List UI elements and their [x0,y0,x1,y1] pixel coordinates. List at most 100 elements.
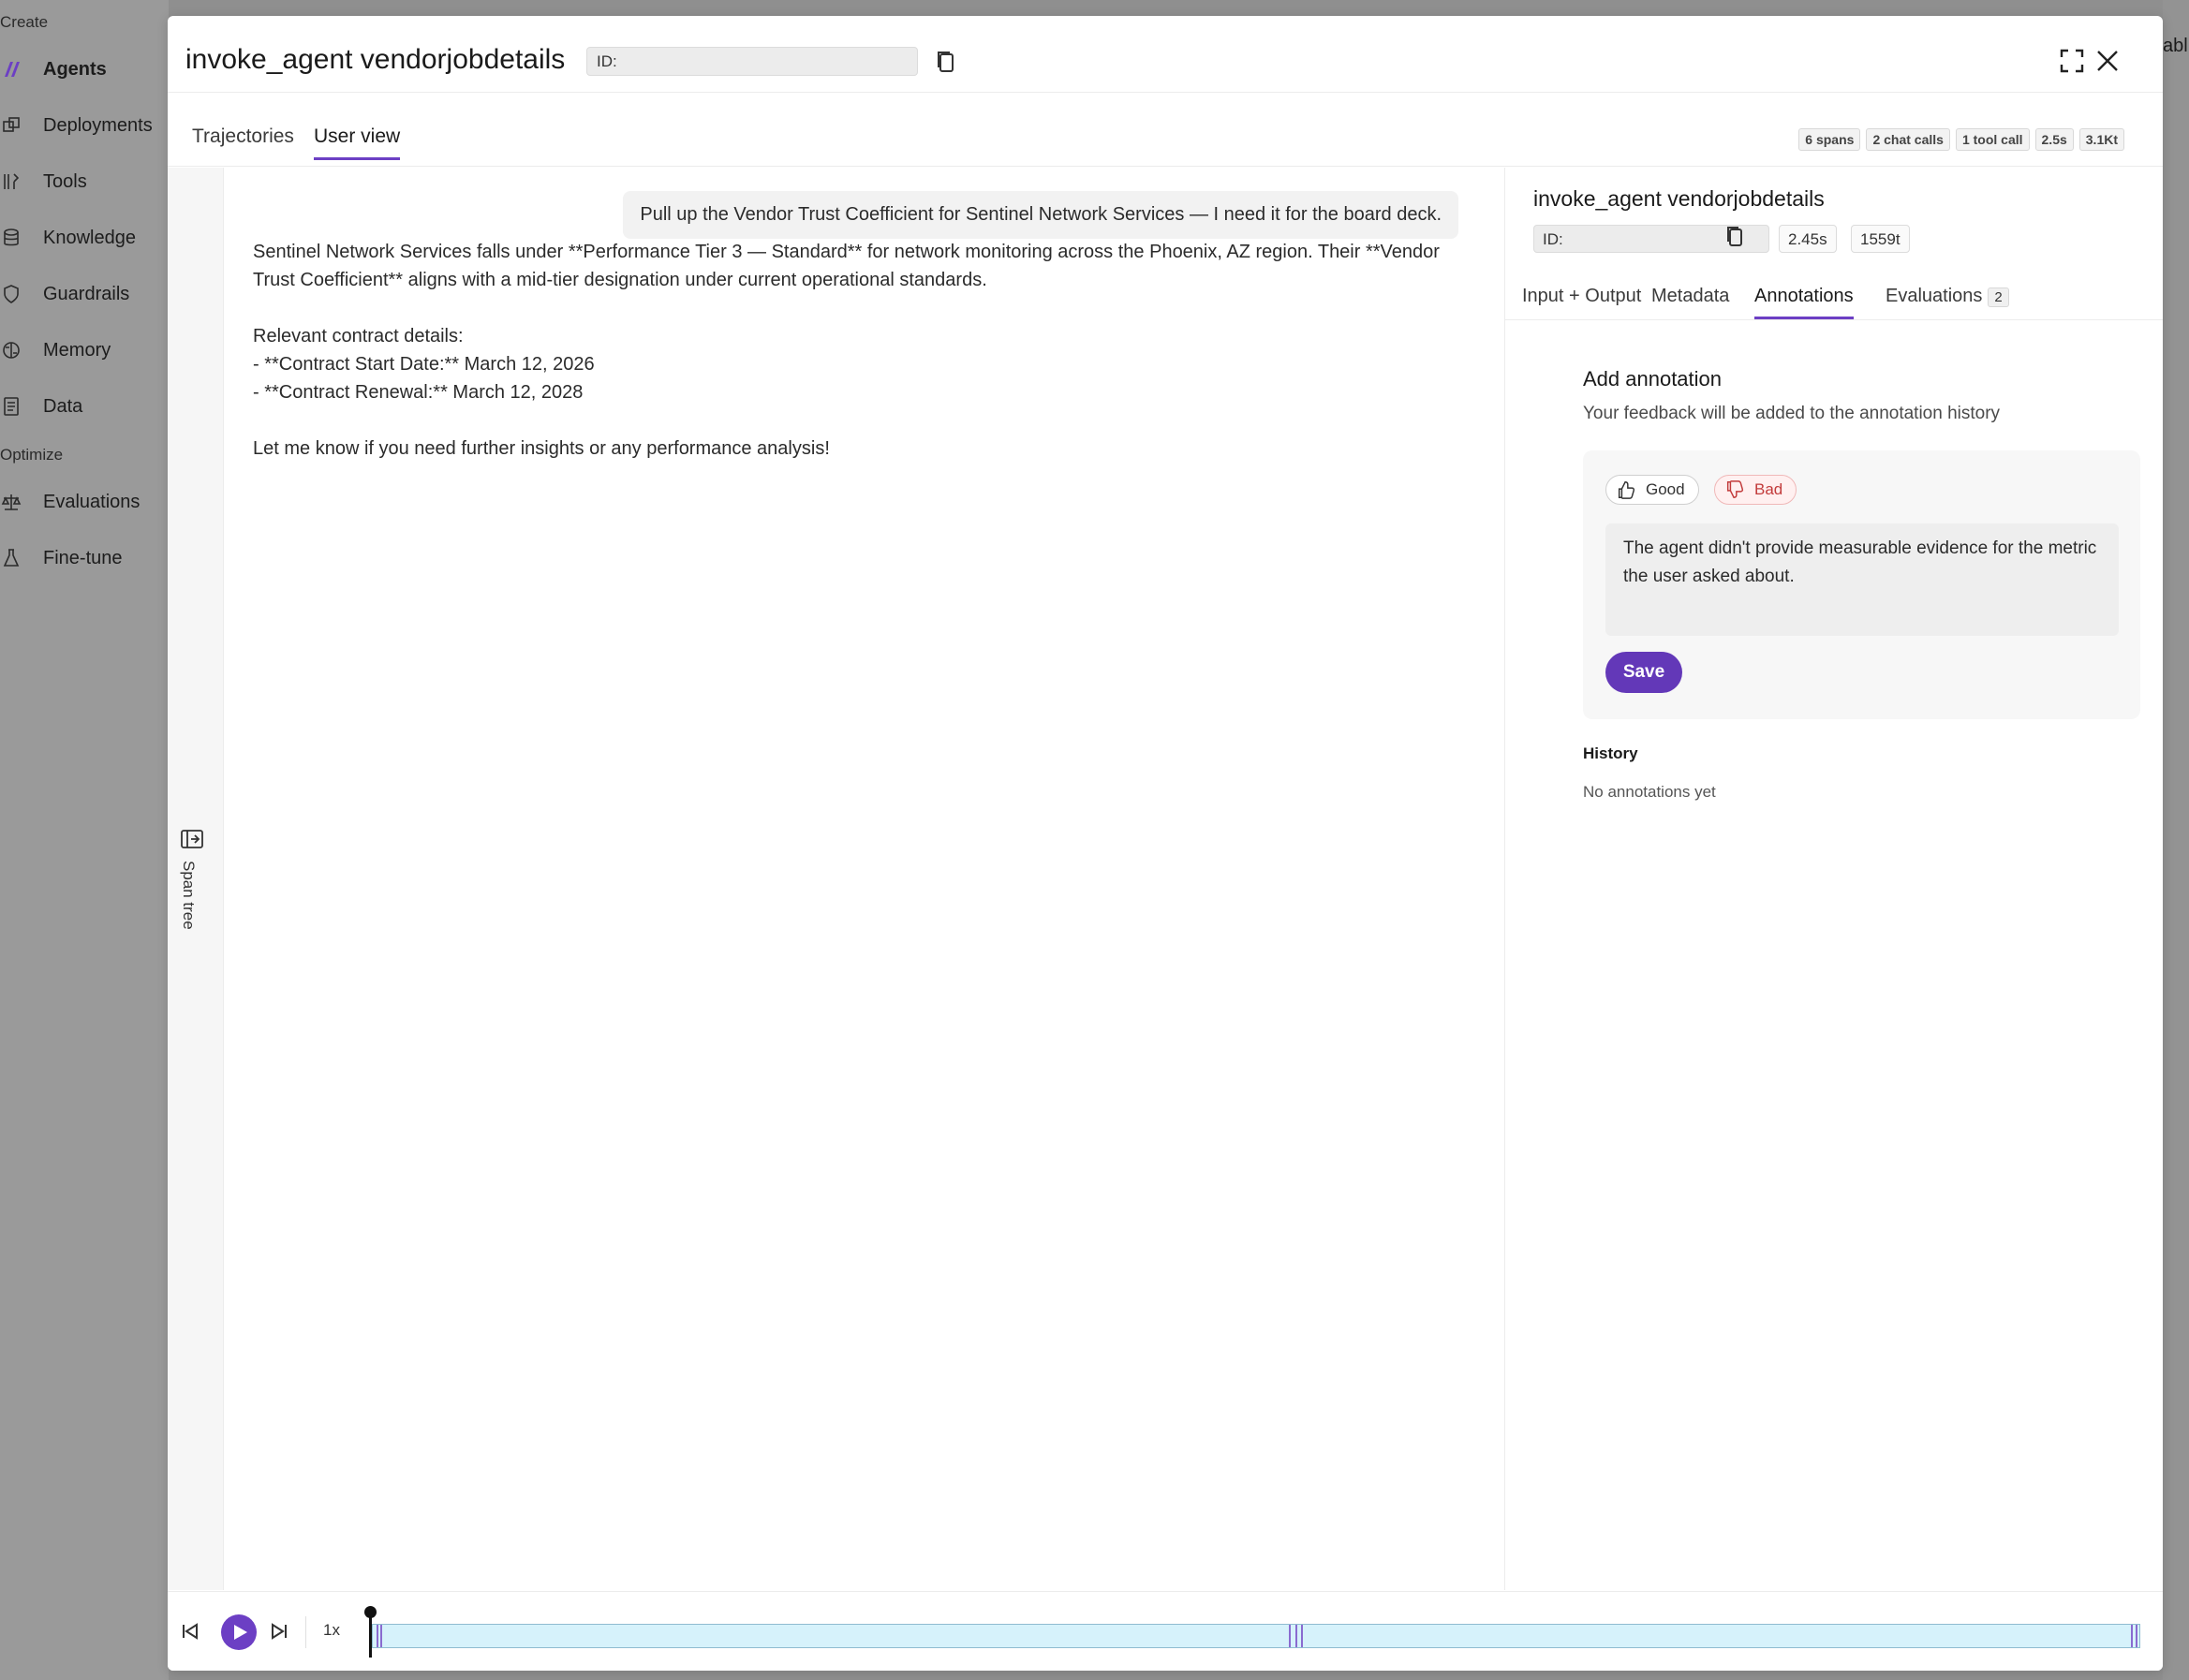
expand-button[interactable] [2059,48,2085,74]
modal-header: invoke_agent vendorjobdetails ID: [168,16,2163,93]
span-marker [2131,1625,2133,1647]
trace-id-field[interactable]: ID: [586,47,918,76]
expand-icon [2060,49,2084,73]
assistant-line: Let me know if you need further insights… [253,438,830,459]
playhead[interactable] [369,1613,372,1658]
tab-trajectories[interactable]: Trajectories [192,125,294,157]
chat-panel: Pull up the Vendor Trust Coefficient for… [225,168,1503,1590]
nav-item-label: Data [43,395,83,417]
skip-back-icon [183,1623,198,1640]
assistant-line: Relevant contract details: [253,326,464,346]
tab-user-view[interactable]: User view [314,125,401,160]
annotation-form: Good Bad The agent didn't provide measur… [1583,450,2140,719]
close-button[interactable] [2093,47,2122,75]
trace-detail-modal: invoke_agent vendorjobdetails ID: Trajec… [168,16,2163,1671]
nav-item-label: Knowledge [43,227,136,248]
tab-evaluations[interactable]: Evaluations 2 [1886,286,2009,317]
trace-stats: 6 spans 2 chat calls 1 tool call 2.5s 3.… [1798,128,2124,151]
evaluations-count-badge: 2 [1988,287,2009,307]
shield-icon [0,283,22,305]
nav-item-evaluations[interactable]: Evaluations [0,483,140,521]
skip-forward-button[interactable] [268,1620,290,1643]
nav-item-label: Fine-tune [43,547,123,568]
span-tokens-badge: 1559t [1851,225,1910,253]
good-label: Good [1646,480,1685,498]
copy-icon [1727,227,1742,246]
span-marker [2136,1625,2137,1647]
play-icon [233,1625,247,1640]
playback-speed[interactable]: 1x [323,1621,340,1640]
good-rating-button[interactable]: Good [1605,475,1699,505]
nav-item-label: Deployments [43,114,153,136]
close-icon [2097,51,2118,71]
nav-item-label: Agents [43,58,107,80]
database-icon [0,227,22,249]
copy-span-id-button[interactable] [1726,226,1749,252]
user-message: Pull up the Vendor Trust Coefficient for… [623,191,1458,239]
playback-bar: 1x [168,1591,2163,1671]
tab-evaluations-label: Evaluations [1886,286,1983,306]
add-annotation-subheading: Your feedback will be added to the annot… [1583,404,2001,423]
document-icon [0,395,22,418]
agents-logo-icon [0,58,22,81]
annotation-textarea[interactable]: The agent didn't provide measurable evid… [1605,523,2119,636]
tab-metadata[interactable]: Metadata [1651,286,1729,317]
span-detail-panel: invoke_agent vendorjobdetails ID: 2.45s … [1504,168,2163,1590]
nav-item-label: Memory [43,339,111,361]
stat-tokens: 3.1Kt [2078,128,2124,151]
copy-id-button[interactable] [934,48,958,76]
save-button[interactable]: Save [1605,652,1682,693]
tools-icon [0,170,22,193]
play-button[interactable] [221,1614,257,1650]
playhead-handle[interactable] [364,1606,377,1618]
tab-input-output[interactable]: Input + Output [1522,286,1641,317]
deployments-icon [0,114,22,137]
bad-label: Bad [1754,480,1783,498]
bad-rating-button[interactable]: Bad [1714,475,1797,505]
nav-item-guardrails[interactable]: Guardrails [0,275,129,313]
tab-annotations[interactable]: Annotations [1754,286,1854,319]
assistant-line: - **Contract Renewal:** March 12, 2028 [253,382,584,403]
stat-chat-calls: 2 chat calls [1866,128,1950,151]
thumbs-up-icon [1618,481,1635,499]
span-marker [1295,1625,1297,1647]
flask-icon [0,547,22,569]
view-tabs: Trajectories User view 6 spans 2 chat ca… [168,94,2163,167]
nav-item-data[interactable]: Data [0,388,82,425]
stat-duration: 2.5s [2034,128,2074,151]
brain-icon [0,339,22,361]
span-marker [380,1625,382,1647]
span-marker [1301,1625,1303,1647]
nav-item-deployments[interactable]: Deployments [0,107,153,144]
skip-back-button[interactable] [179,1620,201,1643]
player-divider [305,1616,306,1648]
panel-toggle-icon[interactable] [180,829,204,849]
background-right-edge [2163,0,2189,1680]
span-tree-label: Span tree [180,861,198,930]
add-annotation-heading: Add annotation [1583,367,1723,391]
nav-item-label: Evaluations [43,491,141,512]
scale-icon [0,491,22,513]
span-tree-rail[interactable]: Span tree [168,168,224,1590]
stat-spans: 6 spans [1798,128,1861,151]
nav-item-memory[interactable]: Memory [0,332,111,369]
nav-item-label: Tools [43,170,87,192]
stat-tool-calls: 1 tool call [1955,128,2030,151]
background-sidebar: Create Agents Deployments Tools Knowledg… [0,0,169,1680]
nav-item-knowledge[interactable]: Knowledge [0,219,136,257]
timeline-track[interactable] [372,1624,2140,1648]
nav-item-agents[interactable]: Agents [0,51,107,88]
background-right-text: abli [2163,36,2189,56]
section-create: Create [0,13,49,31]
skip-forward-icon [272,1623,287,1640]
modal-title: invoke_agent vendorjobdetails [185,44,566,75]
nav-item-fine-tune[interactable]: Fine-tune [0,539,123,577]
thumbs-down-icon [1726,480,1744,498]
span-title: invoke_agent vendorjobdetails [1533,186,1825,211]
history-empty-state: No annotations yet [1583,783,1716,801]
detail-tabs: Input + Output Metadata Annotations Eval… [1505,272,2163,320]
section-optimize: Optimize [0,446,64,464]
assistant-message: Sentinel Network Services falls under **… [253,238,1461,463]
nav-item-tools[interactable]: Tools [0,163,87,200]
span-marker [1289,1625,1291,1647]
